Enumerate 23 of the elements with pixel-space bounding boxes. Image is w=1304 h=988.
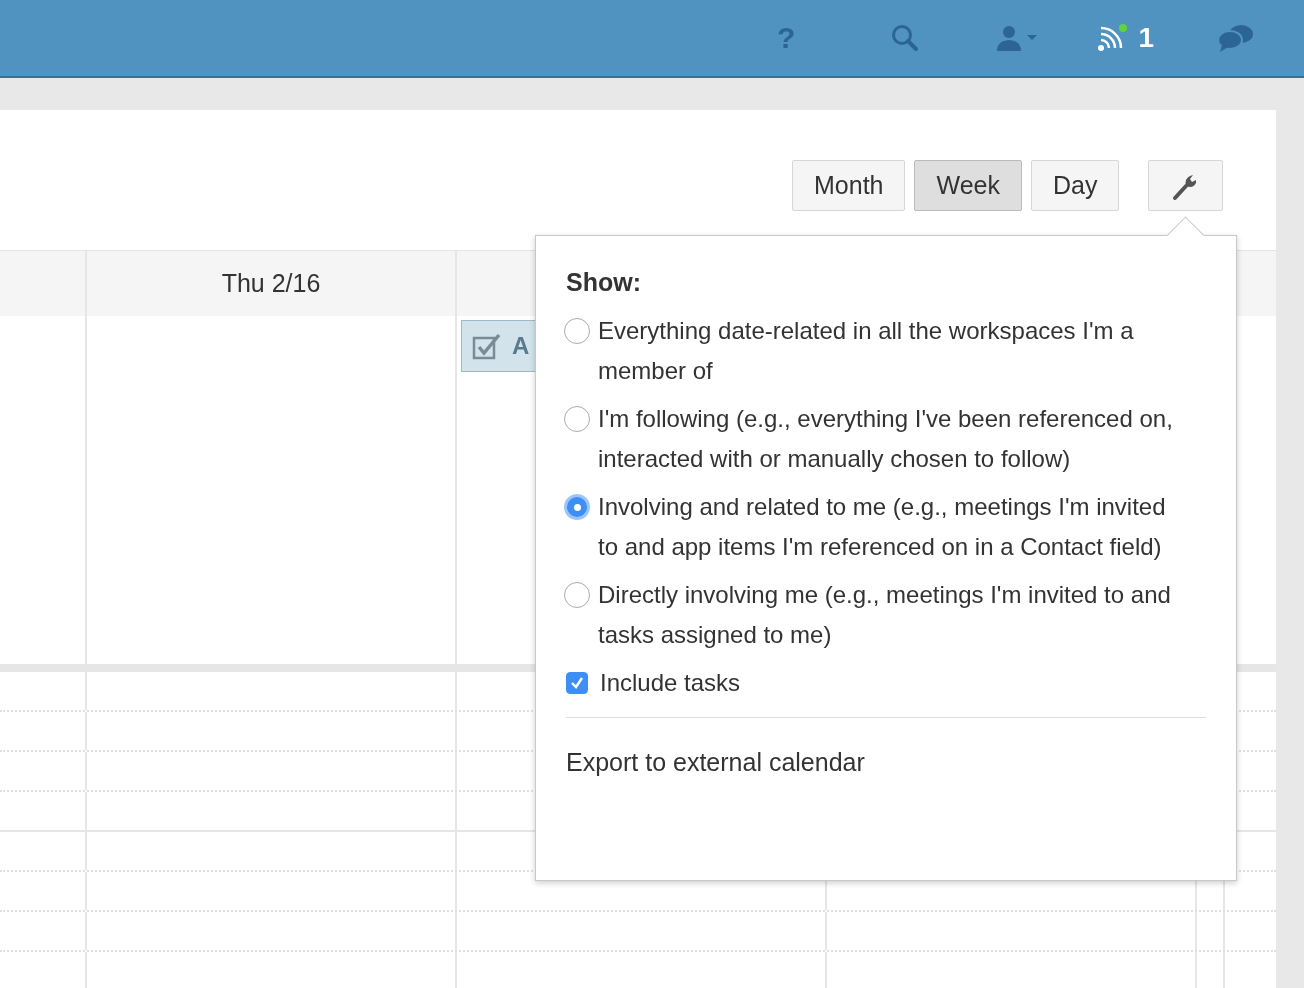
option-label: Involving and related to me (e.g., meetings I'm invited to and app items I'm referenced on in a Contact field) — [598, 492, 1167, 562]
search-icon[interactable] — [890, 23, 921, 53]
event-title: A — [512, 332, 530, 360]
option-label: I'm following (e.g., everything I've been referenced on, interacted with or manually chosen to follow) — [598, 404, 1174, 474]
popover-heading: Show: — [566, 268, 642, 297]
radio-button[interactable] — [564, 582, 590, 608]
option-label: Include tasks — [600, 668, 742, 698]
option-label: Everything date-related in all the workspaces I'm a member of — [598, 316, 1135, 386]
feed-icon[interactable] — [1096, 23, 1129, 53]
export-link[interactable]: Export to external calendar — [566, 748, 865, 777]
view-button[interactable]: Month — [792, 160, 906, 211]
chat-icon[interactable] — [1216, 23, 1256, 53]
settings-button[interactable] — [1148, 160, 1224, 211]
option-label: Directly involving me (e.g., meetings I'm invited to and tasks assigned to me) — [598, 580, 1172, 650]
day-header: Thu 2/16 — [221, 269, 321, 298]
radio-button[interactable] — [564, 406, 590, 432]
checkbox[interactable] — [566, 672, 588, 694]
radio-button[interactable] — [564, 318, 590, 344]
radio-button[interactable] — [564, 494, 590, 520]
view-button[interactable]: Week — [914, 160, 1022, 211]
check-icon — [569, 675, 585, 691]
view-button[interactable]: Day — [1030, 160, 1120, 211]
notification-count: 1 — [1138, 22, 1154, 54]
